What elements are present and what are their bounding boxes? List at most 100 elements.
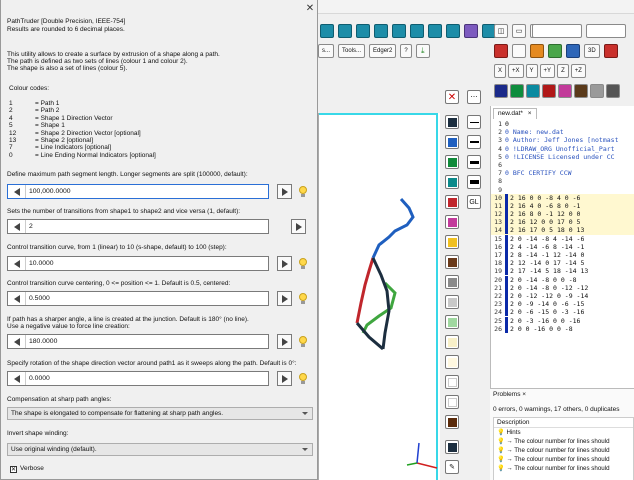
sharp-angle-value[interactable]: 180.0000 [26, 335, 268, 348]
decrement-button[interactable] [8, 257, 26, 270]
verbose-checkbox[interactable]: ✕ [10, 466, 17, 473]
mode-button-3[interactable] [548, 44, 562, 58]
line-thin-button[interactable] [467, 115, 481, 129]
sharp-angle-input[interactable]: 180.0000 [7, 334, 269, 349]
increment-button[interactable] [277, 371, 292, 386]
3d-button[interactable]: 3D [584, 44, 600, 58]
colour-light-green[interactable] [445, 315, 459, 329]
axis-plus-z-button[interactable]: +Z [570, 64, 586, 78]
colour-magenta[interactable] [445, 215, 459, 229]
editor-line[interactable]: 10 [491, 120, 634, 128]
increment-button[interactable] [291, 219, 306, 234]
colour-pale[interactable] [445, 335, 459, 349]
increment-button[interactable] [277, 184, 292, 199]
editor-tab[interactable]: new.dat* × [493, 108, 537, 119]
viewport-close-button[interactable]: ✕ [445, 90, 459, 104]
colour-yellow[interactable] [445, 235, 459, 249]
invert-winding-select[interactable]: Use original winding (default). [7, 443, 313, 456]
centering-input[interactable]: 0.5000 [7, 291, 269, 306]
colour-white[interactable] [445, 375, 459, 389]
3d-viewport[interactable] [318, 113, 440, 480]
editor-line[interactable]: 10 2 16 0 0 -8 4 0 -6 [491, 193, 634, 202]
editor-line[interactable]: 15 2 0 -14 -8 4 -14 -6 [491, 234, 634, 243]
colour-white-2[interactable] [445, 395, 459, 409]
editor-line[interactable]: 17 2 8 -14 -1 12 -14 0 [491, 251, 634, 259]
edger2-button[interactable]: Edger2 [369, 44, 397, 58]
palette-color-5[interactable] [558, 84, 572, 98]
decrement-button[interactable] [8, 372, 26, 385]
add-plugin-button[interactable]: ⤓ [415, 44, 430, 58]
decrement-button[interactable] [8, 185, 26, 198]
colour-green[interactable] [445, 155, 459, 169]
editor-line[interactable]: 14 2 16 17 0 5 18 0 13 [491, 226, 634, 235]
hint-item[interactable]: 💡 → The colour number for lines should [494, 437, 633, 446]
colour-grey[interactable] [445, 275, 459, 289]
hint-item[interactable]: 💡 → The colour number for lines should [494, 455, 633, 464]
axis-y-button[interactable]: Y [525, 64, 538, 78]
palette-color-6[interactable] [574, 84, 588, 98]
decrement-button[interactable] [8, 292, 26, 305]
mode-button-5[interactable] [603, 44, 618, 58]
editor-line[interactable]: 12 2 16 8 0 -1 12 0 0 [491, 210, 634, 219]
colour-light-grey[interactable] [445, 295, 459, 309]
toolbar-view-button-8[interactable] [446, 24, 460, 38]
palette-color-8[interactable] [606, 84, 620, 98]
editor-line[interactable]: 16 2 4 -14 -6 8 -14 -1 [491, 242, 634, 251]
compensation-select[interactable]: The shape is elongated to compensate for… [7, 407, 313, 420]
editor-line[interactable]: 13 2 16 12 0 0 17 0 5 [491, 218, 634, 227]
colour-brown[interactable] [445, 255, 459, 269]
editor-line[interactable]: 9 [491, 186, 634, 194]
toolbar-view-button-4[interactable] [374, 24, 388, 38]
gl-button[interactable]: GL [467, 195, 481, 209]
editor-line[interactable]: 21 2 0 -14 -8 0 -12 -12 [491, 283, 634, 292]
toolbar-view-button-2[interactable] [338, 24, 352, 38]
max-length-input[interactable]: 100,000.0000 [7, 184, 269, 199]
colour-black[interactable] [445, 115, 459, 129]
problems-tab-close-icon[interactable]: × [522, 391, 526, 398]
help-button[interactable]: ? [400, 44, 412, 58]
hint-bulb-icon[interactable] [299, 186, 307, 198]
palette-color-7[interactable] [590, 84, 604, 98]
increment-button[interactable] [277, 291, 292, 306]
line-medium-button[interactable] [467, 135, 481, 149]
editor-line[interactable]: 18 2 12 -14 0 17 -14 5 [491, 259, 634, 268]
colour-blue[interactable] [445, 135, 459, 149]
curve-input[interactable]: 10.0000 [7, 256, 269, 271]
line-heavy-button[interactable] [467, 175, 481, 189]
toolbar-s-button[interactable]: s... [318, 44, 335, 58]
editor-line[interactable]: 30 Author: Jeff Jones [notmast [491, 136, 634, 144]
toolbar-view-button-5[interactable] [392, 24, 406, 38]
palette-color-1[interactable] [494, 84, 508, 98]
toolbar-view-button-9[interactable] [464, 24, 478, 38]
editor-line[interactable]: 24 2 0 -6 -15 0 -3 -16 [491, 308, 634, 317]
problems-col-description[interactable]: Description [494, 418, 633, 428]
editor-line[interactable]: 50 !LICENSE Licensed under CC [491, 153, 634, 161]
mode-button-2[interactable] [530, 44, 544, 58]
decrement-button[interactable] [8, 335, 26, 348]
rotation-value[interactable]: 0.0000 [26, 372, 268, 385]
hint-bulb-icon[interactable] [299, 373, 307, 385]
editor-line[interactable]: 70 BFC CERTIFY CCW [491, 169, 634, 177]
problems-tab[interactable]: Problems × [493, 391, 526, 398]
hint-bulb-icon[interactable] [299, 336, 307, 348]
editor-line[interactable]: 26 2 0 0 -16 0 0 -8 [491, 324, 634, 333]
problems-table[interactable]: Description 💡 Hints 💡 → The colour numbe… [493, 417, 634, 480]
menu-dots-button[interactable]: ⋯ [467, 90, 481, 104]
editor-line[interactable]: 6 [491, 161, 634, 169]
transitions-input[interactable]: 2 [7, 219, 269, 234]
toolbar-view-button-6[interactable] [410, 24, 424, 38]
axis-x-button[interactable]: X [494, 64, 507, 78]
toolbar-view-button-3[interactable] [356, 24, 370, 38]
mode-button-1[interactable] [512, 44, 526, 58]
transitions-value[interactable]: 2 [26, 220, 268, 233]
colour-teal[interactable] [445, 175, 459, 189]
colour-cream[interactable] [445, 355, 459, 369]
editor-line[interactable]: 20 2 0 -14 -8 0 0 -8 [491, 275, 634, 284]
palette-color-3[interactable] [526, 84, 540, 98]
axis-plus-y-button[interactable]: +Y [539, 64, 556, 78]
editor-line[interactable]: 19 2 17 -14 5 18 -14 13 [491, 267, 634, 276]
axis-z-button[interactable]: Z [557, 64, 569, 78]
hint-item[interactable]: 💡 → The colour number for lines should [494, 464, 633, 473]
editor-line[interactable]: 23 2 0 -9 -14 0 -6 -15 [491, 300, 634, 309]
stop-button[interactable] [494, 44, 508, 58]
